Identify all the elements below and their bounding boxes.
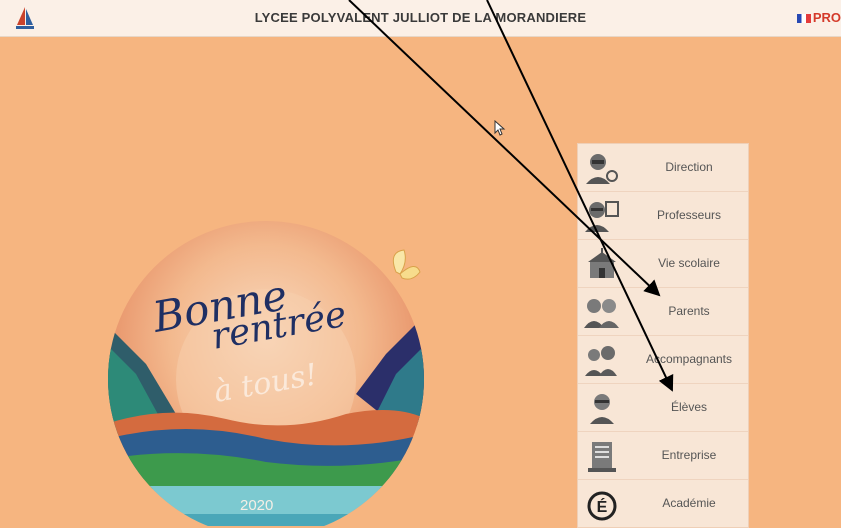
arrow-to-parents (348, 0, 661, 297)
arrow-to-eleves (486, 0, 674, 392)
annotation-arrows (348, 0, 674, 392)
